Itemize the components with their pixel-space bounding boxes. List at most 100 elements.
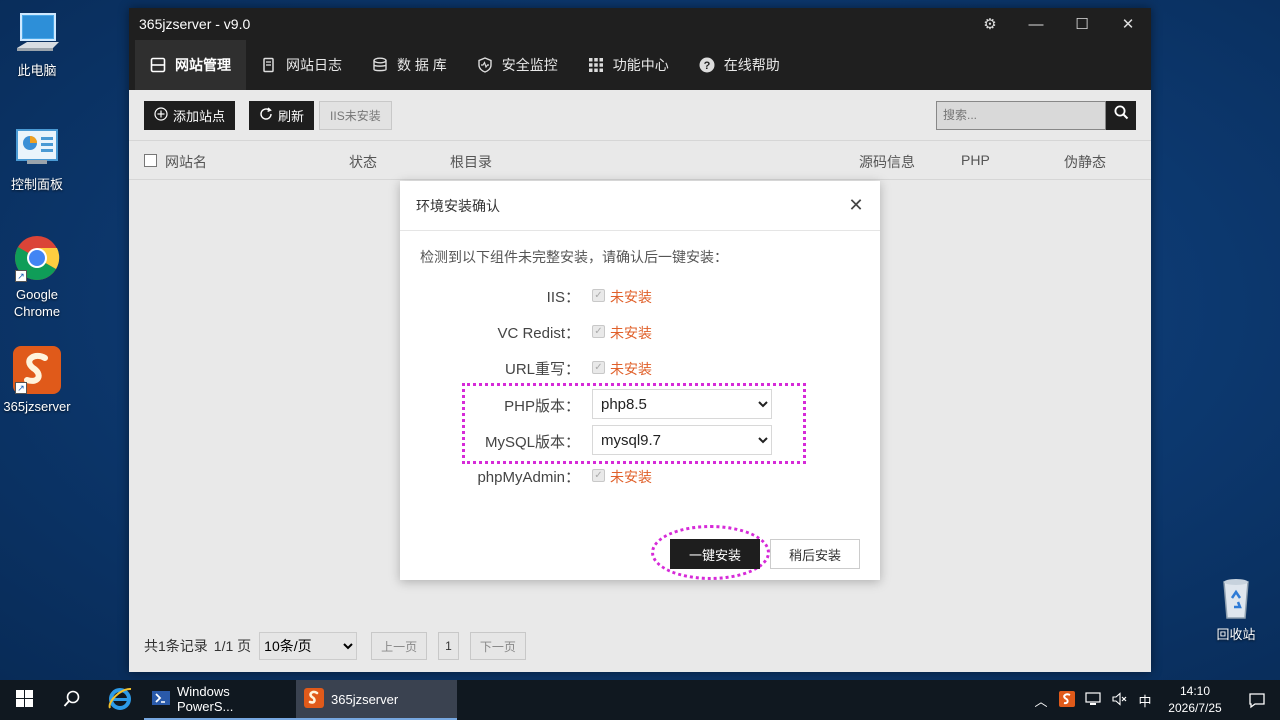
component-checkbox: ✓ bbox=[592, 469, 605, 482]
365jzserver-tray-icon[interactable] bbox=[1056, 690, 1078, 710]
close-button[interactable]: ✕ bbox=[1105, 8, 1151, 40]
next-page-button[interactable]: 下一页 bbox=[469, 632, 526, 660]
ime-indicator[interactable]: 中 bbox=[1134, 691, 1156, 710]
add-site-label: 添加站点 bbox=[173, 108, 226, 124]
select-all-checkbox[interactable] bbox=[144, 154, 157, 167]
desktop-icon-label: 365jzserver bbox=[3, 399, 71, 414]
search-icon bbox=[1114, 105, 1129, 125]
install-later-button[interactable]: 稍后安装 bbox=[770, 539, 860, 569]
col-status[interactable]: 状态 bbox=[349, 152, 377, 172]
internet-explorer-button[interactable] bbox=[96, 680, 144, 720]
one-click-install-button[interactable]: 一键安装 bbox=[670, 539, 760, 569]
component-label: IIS： bbox=[546, 289, 580, 306]
desktop-icon-label: 控制面板 bbox=[10, 177, 63, 192]
powershell-icon bbox=[152, 689, 170, 710]
svg-text:?: ? bbox=[703, 60, 710, 72]
component-checkbox: ✓ bbox=[592, 361, 605, 374]
desktop-icon-365jzserver[interactable]: ↗ 365jzserver bbox=[0, 346, 74, 415]
main-nav: 网站管理 网站日志 数 据 库 安全监控 功能中心 ? 在线帮助 bbox=[129, 40, 1151, 90]
taskbar-app-label: 365jzserver bbox=[331, 691, 399, 707]
window-title: 365jzserver - v9.0 bbox=[139, 16, 251, 32]
col-php[interactable]: PHP bbox=[961, 152, 990, 168]
page-size-select[interactable]: 10条/页 bbox=[259, 632, 358, 660]
iis-status-button[interactable]: IIS未安装 bbox=[319, 100, 392, 130]
help-icon: ? bbox=[699, 57, 715, 73]
tab-security-monitor[interactable]: 安全监控 bbox=[462, 40, 573, 90]
clock-time: 14:10 bbox=[1179, 684, 1211, 698]
col-rewrite[interactable]: 伪静态 bbox=[1064, 152, 1106, 172]
grid-icon bbox=[588, 57, 604, 73]
component-label: URL重写： bbox=[504, 361, 580, 378]
component-label: phpMyAdmin： bbox=[477, 469, 580, 486]
tab-label: 网站日志 bbox=[286, 57, 342, 73]
component-status: 未安装 bbox=[610, 469, 652, 485]
desktop-icon-control-panel[interactable]: 控制面板 bbox=[0, 124, 74, 193]
start-button[interactable] bbox=[0, 680, 48, 720]
tab-website-log[interactable]: 网站日志 bbox=[246, 40, 357, 90]
search-box bbox=[936, 100, 1136, 130]
minimize-button[interactable]: — bbox=[1013, 8, 1059, 40]
table-header: 网站名 状态 根目录 源码信息 PHP 伪静态 bbox=[129, 140, 1151, 180]
col-site-name[interactable]: 网站名 bbox=[165, 152, 207, 172]
internet-explorer-icon bbox=[107, 686, 133, 715]
taskbar-app-365jzserver[interactable]: 365jzserver bbox=[296, 680, 457, 720]
tab-database[interactable]: 数 据 库 bbox=[357, 40, 462, 90]
volume-muted-icon[interactable] bbox=[1108, 691, 1130, 710]
component-status: 未安装 bbox=[610, 325, 652, 341]
chevron-up-icon[interactable]: ︿ bbox=[1030, 691, 1052, 710]
shortcut-arrow-icon: ↗ bbox=[15, 382, 27, 394]
search-button[interactable] bbox=[1106, 100, 1136, 130]
plus-circle-icon bbox=[154, 106, 168, 124]
search-icon bbox=[63, 690, 81, 711]
tab-label: 网站管理 bbox=[175, 57, 231, 73]
refresh-button[interactable]: 刷新 bbox=[249, 100, 315, 130]
taskbar-app-label: Windows PowerS... bbox=[177, 684, 234, 714]
current-page-button[interactable]: 1 bbox=[438, 632, 459, 660]
taskbar: Windows PowerS... 365jzserver ︿ 中 14:10 … bbox=[0, 680, 1280, 720]
clock[interactable]: 14:10 2026/7/25 bbox=[1160, 683, 1230, 717]
shield-icon bbox=[477, 57, 493, 73]
desktop-icon-label: 此电脑 bbox=[17, 63, 57, 78]
col-source-info[interactable]: 源码信息 bbox=[859, 152, 915, 172]
col-root-dir[interactable]: 根目录 bbox=[450, 152, 492, 172]
search-input[interactable] bbox=[936, 100, 1106, 130]
component-checkbox: ✓ bbox=[592, 289, 605, 302]
tab-function-center[interactable]: 功能中心 bbox=[573, 40, 684, 90]
component-row-iis: IIS： ✓ 未安装 bbox=[400, 282, 880, 308]
record-count: 共1条记录 bbox=[144, 638, 208, 654]
taskbar-app-powershell[interactable]: Windows PowerS... bbox=[144, 680, 296, 720]
website-icon bbox=[150, 57, 166, 73]
shortcut-arrow-icon: ↗ bbox=[15, 270, 27, 282]
desktop-icon-chrome[interactable]: ↗ Google Chrome bbox=[0, 234, 74, 320]
env-install-dialog: 环境安装确认 ✕ 检测到以下组件未完整安装，请确认后一键安装： IIS： ✓ 未… bbox=[400, 181, 880, 580]
highlight-version-selects bbox=[462, 383, 806, 464]
add-site-button[interactable]: 添加站点 bbox=[144, 100, 236, 130]
tab-label: 安全监控 bbox=[501, 57, 558, 73]
clock-date: 2026/7/25 bbox=[1168, 701, 1222, 715]
log-icon bbox=[261, 57, 277, 73]
control-panel-icon bbox=[13, 124, 61, 172]
tab-online-help[interactable]: ? 在线帮助 bbox=[684, 40, 795, 90]
desktop-icon-recycle-bin[interactable]: 回收站 bbox=[1199, 574, 1273, 643]
365jzserver-app-icon: ↗ bbox=[13, 346, 61, 394]
tab-website-management[interactable]: 网站管理 bbox=[135, 40, 246, 90]
tab-label: 功能中心 bbox=[612, 57, 669, 73]
notification-icon[interactable] bbox=[1234, 691, 1280, 709]
computer-icon bbox=[13, 10, 61, 58]
toolbar: 添加站点 刷新 IIS未安装 bbox=[129, 90, 1151, 140]
page-info: 1/1 页 bbox=[213, 638, 252, 654]
search-taskbar-button[interactable] bbox=[48, 680, 96, 720]
component-label: VC Redist： bbox=[497, 325, 580, 342]
dialog-title: 环境安装确认 bbox=[400, 181, 880, 231]
prev-page-button[interactable]: 上一页 bbox=[371, 632, 428, 660]
desktop-icon-this-pc[interactable]: 此电脑 bbox=[0, 10, 74, 79]
component-status: 未安装 bbox=[610, 289, 652, 305]
desktop-icon-label: 回收站 bbox=[1216, 627, 1256, 642]
pagination: 共1条记录 1/1 页 10条/页 上一页 1 下一页 bbox=[144, 632, 526, 660]
refresh-label: 刷新 bbox=[278, 108, 305, 124]
settings-gear-icon[interactable]: ⚙ bbox=[967, 8, 1013, 40]
component-status: 未安装 bbox=[610, 361, 652, 377]
network-icon[interactable] bbox=[1082, 691, 1104, 710]
maximize-button[interactable]: ☐ bbox=[1059, 8, 1105, 40]
close-icon[interactable]: ✕ bbox=[846, 195, 866, 215]
